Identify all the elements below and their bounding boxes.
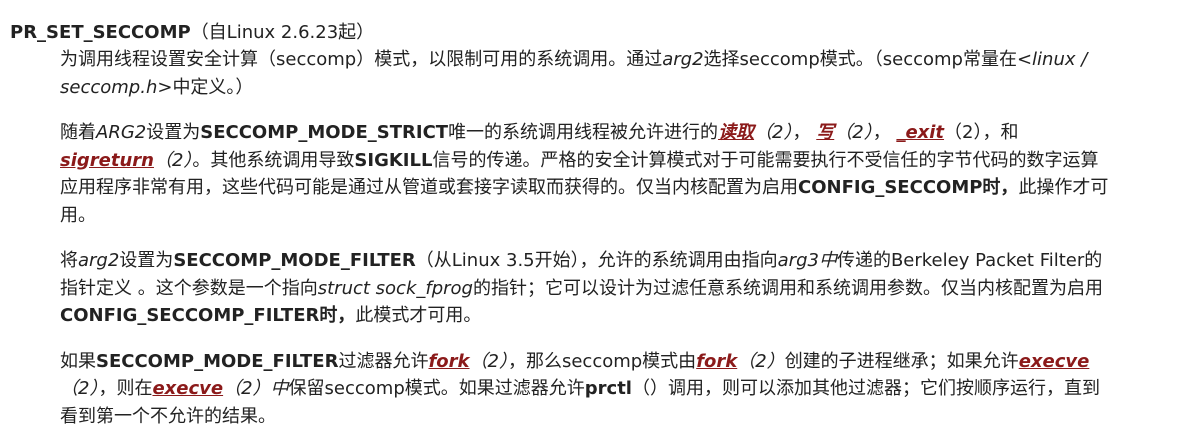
execve-link[interactable]: execve (1019, 351, 1090, 372)
text: 设置为 (146, 122, 201, 143)
option-name: PR_SET_SECCOMP (10, 22, 191, 43)
function-name: prctl (584, 378, 632, 399)
text: 如果 (60, 350, 96, 372)
text: 保留seccomp模式。如果过滤器允许 (288, 378, 585, 399)
man-section: （2） (834, 122, 873, 143)
arg-name: ARG2 (96, 122, 147, 143)
text: （从Linux 3.5开始），允许的系统调用由指向 (415, 250, 778, 271)
text: 的指针；它可以设计为过滤任意系统调用和系统调用参数。仅当内核配置为启用 (472, 277, 1103, 299)
exit-link[interactable]: _exit (896, 122, 944, 143)
man-section: （2） (754, 122, 793, 143)
text: 创建的子进程继承；如果允许 (784, 350, 1019, 372)
man-section: （2） (469, 350, 508, 372)
text: 将 (60, 250, 78, 271)
fork-link[interactable]: fork (696, 351, 737, 372)
signal-name: SIGKILL (354, 149, 433, 171)
text: 此模式才可用。 (355, 305, 482, 326)
text: 为调用线程设置安全计算（seccomp）模式，以限制可用的系统调用。通过 (60, 49, 663, 70)
man-section: （2） (153, 149, 193, 171)
constant-name: SECCOMP_MODE_STRICT (200, 122, 449, 143)
text: ， (792, 122, 811, 143)
man-section: （2） (60, 378, 99, 399)
man-section: （2），和 (944, 122, 1019, 143)
text: 设置为 (119, 250, 174, 271)
paragraph-1: 为调用线程设置安全计算（seccomp）模式，以限制可用的系统调用。通过arg2… (60, 46, 1111, 101)
option-since: （自Linux 2.6.23起） (190, 22, 375, 43)
text: ，则在 (98, 378, 153, 399)
arg-name: arg2 (78, 250, 120, 271)
document-page: PR_SET_SECCOMP（自Linux 2.6.23起） 为调用线程设置安全… (0, 0, 1201, 442)
text: ， (872, 122, 891, 143)
text: 。其他系统调用导致 (192, 149, 355, 171)
text: 中定义。） (172, 76, 254, 98)
read-link[interactable]: 读取 (718, 122, 754, 143)
paragraph-2: 随着ARG2设置为SECCOMP_MODE_STRICT唯一的系统调用线程被允许… (60, 119, 1111, 229)
sigreturn-link[interactable]: sigreturn (60, 150, 154, 171)
man-section: （2）中 (223, 378, 289, 399)
struct-name: struct sock_fprog (317, 277, 473, 299)
paragraph-3: 将arg2设置为SECCOMP_MODE_FILTER（从Linux 3.5开始… (60, 247, 1111, 330)
arg-name: arg3中 (777, 250, 837, 271)
paragraph-4: 如果SECCOMP_MODE_FILTER过滤器允许fork（2），那么secc… (60, 348, 1111, 431)
constant-name: SECCOMP_MODE_FILTER (96, 350, 339, 372)
text: 随着 (60, 122, 96, 143)
option-description: 为调用线程设置安全计算（seccomp）模式，以限制可用的系统调用。通过arg2… (60, 46, 1111, 430)
text: ，那么seccomp模式由 (507, 350, 697, 372)
config-name: CONFIG_SECCOMP时， (798, 177, 1019, 198)
write-link[interactable]: 写 (816, 122, 834, 143)
man-section: （2） (737, 350, 785, 372)
text: 唯一的系统调用线程被允许进行的 (448, 122, 719, 143)
option-heading: PR_SET_SECCOMP（自Linux 2.6.23起） (10, 20, 1201, 46)
constant-name: SECCOMP_MODE_FILTER (173, 250, 416, 271)
arg-name: arg2 (662, 49, 704, 70)
fork-link[interactable]: fork (428, 351, 469, 372)
execve-link[interactable]: execve (152, 378, 223, 399)
config-name: CONFIG_SECCOMP_FILTER时， (60, 305, 356, 326)
text: 选择seccomp模式。（seccomp常量在 (703, 49, 1017, 70)
text: 过滤器允许 (338, 350, 429, 372)
